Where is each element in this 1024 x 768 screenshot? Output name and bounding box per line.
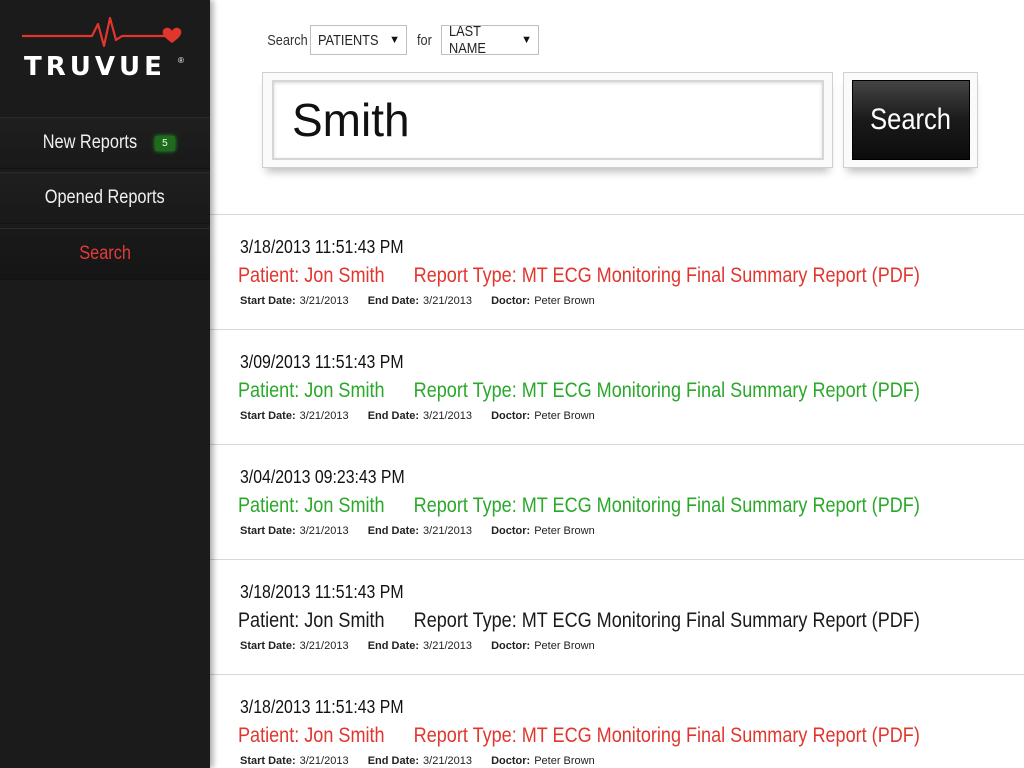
doctor-value: Peter Brown bbox=[534, 640, 595, 652]
result-row[interactable]: 3/18/2013 11:51:43 PM Patient: Jon Smith… bbox=[210, 214, 1024, 329]
doctor-label: Doctor: bbox=[491, 410, 531, 422]
search-criteria-row: Search PATIENTS ▼ for LAST NAME ▼ bbox=[264, 23, 539, 57]
start-date-value: 3/21/2013 bbox=[299, 640, 349, 652]
doctor-label: Doctor: bbox=[491, 755, 531, 767]
doctor-label: Doctor: bbox=[491, 525, 531, 537]
doctor-value: Peter Brown bbox=[534, 525, 595, 537]
report-type: Report Type: MT ECG Monitoring Final Sum… bbox=[413, 494, 920, 517]
field-select-value: LAST NAME bbox=[449, 23, 486, 57]
end-date-label: End Date: bbox=[367, 295, 420, 307]
results-list: 3/18/2013 11:51:43 PM Patient: Jon Smith… bbox=[210, 214, 1024, 768]
end-date-value: 3/21/2013 bbox=[423, 640, 472, 652]
start-date-value: 3/21/2013 bbox=[299, 755, 349, 767]
report-summary-line: Patient: Jon Smith Report Type: MT ECG M… bbox=[238, 609, 920, 633]
nav-label-new-reports: New Reports bbox=[42, 132, 138, 153]
report-timestamp: 3/04/2013 09:23:43 PM bbox=[240, 467, 405, 487]
end-date-value: 3/21/2013 bbox=[423, 410, 472, 422]
field-select[interactable]: LAST NAME ▼ bbox=[441, 23, 539, 57]
category-select[interactable]: PATIENTS ▼ bbox=[310, 25, 407, 55]
report-timestamp: 3/18/2013 11:51:43 PM bbox=[240, 582, 404, 602]
report-timestamp: 3/09/2013 11:51:43 PM bbox=[240, 352, 404, 372]
nav-label-opened-reports: Opened Reports bbox=[45, 187, 165, 208]
registered-mark: ® bbox=[178, 56, 184, 65]
result-row[interactable]: 3/09/2013 11:51:43 PM Patient: Jon Smith… bbox=[210, 329, 1024, 444]
end-date-value: 3/21/2013 bbox=[423, 525, 472, 537]
new-reports-count-badge: 5 bbox=[155, 135, 175, 151]
report-timestamp: 3/18/2013 11:51:43 PM bbox=[240, 697, 404, 717]
report-type: Report Type: MT ECG Monitoring Final Sum… bbox=[413, 264, 920, 287]
heart-icon bbox=[162, 27, 182, 43]
end-date-label: End Date: bbox=[367, 410, 420, 422]
doctor-value: Peter Brown bbox=[534, 755, 595, 767]
end-date-label: End Date: bbox=[367, 525, 420, 537]
search-button-frame: Search bbox=[843, 72, 978, 168]
report-type: Report Type: MT ECG Monitoring Final Sum… bbox=[413, 379, 920, 402]
start-date-value: 3/21/2013 bbox=[299, 410, 349, 422]
search-button-label: Search bbox=[870, 103, 952, 136]
result-row[interactable]: 3/18/2013 11:51:43 PM Patient: Jon Smith… bbox=[210, 674, 1024, 768]
chevron-down-icon: ▼ bbox=[389, 34, 401, 46]
category-select-value: PATIENTS bbox=[318, 31, 379, 49]
end-date-value: 3/21/2013 bbox=[423, 295, 472, 307]
report-meta: Start Date: 3/21/2013 End Date: 3/21/2013 … bbox=[240, 525, 595, 537]
nav-label-search: Search bbox=[79, 243, 131, 264]
start-date-label: Start Date: bbox=[240, 640, 296, 652]
report-meta: Start Date: 3/21/2013 End Date: 3/21/2013 … bbox=[240, 295, 595, 307]
report-type: Report Type: MT ECG Monitoring Final Sum… bbox=[413, 724, 920, 747]
report-timestamp: 3/18/2013 11:51:43 PM bbox=[240, 237, 404, 257]
patient-name: Patient: Jon Smith bbox=[238, 264, 385, 287]
start-date-value: 3/21/2013 bbox=[299, 295, 349, 307]
end-date-label: End Date: bbox=[367, 755, 420, 767]
heartbeat-line-icon bbox=[22, 16, 182, 48]
search-input[interactable] bbox=[272, 80, 824, 160]
start-date-label: Start Date: bbox=[240, 755, 296, 767]
result-row[interactable]: 3/18/2013 11:51:43 PM Patient: Jon Smith… bbox=[210, 559, 1024, 674]
nav-item-search[interactable]: Search bbox=[0, 228, 210, 280]
doctor-label: Doctor: bbox=[491, 640, 531, 652]
start-date-value: 3/21/2013 bbox=[299, 525, 349, 537]
doctor-value: Peter Brown bbox=[534, 295, 595, 307]
report-summary-line: Patient: Jon Smith Report Type: MT ECG M… bbox=[238, 379, 920, 403]
report-meta: Start Date: 3/21/2013 End Date: 3/21/2013 … bbox=[240, 640, 595, 652]
start-date-label: Start Date: bbox=[240, 525, 296, 537]
sidebar: TRUVUE ® New Reports 5 Opened Reports Se… bbox=[0, 0, 210, 768]
result-row[interactable]: 3/04/2013 09:23:43 PM Patient: Jon Smith… bbox=[210, 444, 1024, 559]
nav-item-new-reports[interactable]: New Reports 5 bbox=[0, 117, 210, 169]
patient-name: Patient: Jon Smith bbox=[238, 494, 385, 517]
doctor-value: Peter Brown bbox=[534, 410, 595, 422]
report-meta: Start Date: 3/21/2013 End Date: 3/21/2013 … bbox=[240, 410, 595, 422]
for-label: for bbox=[416, 31, 432, 49]
nav-item-opened-reports[interactable]: Opened Reports bbox=[0, 172, 210, 224]
truvue-logo: TRUVUE ® bbox=[18, 14, 190, 90]
search-button[interactable]: Search bbox=[852, 80, 970, 160]
search-label: Search bbox=[267, 31, 308, 49]
end-date-label: End Date: bbox=[367, 640, 420, 652]
start-date-label: Start Date: bbox=[240, 410, 296, 422]
report-summary-line: Patient: Jon Smith Report Type: MT ECG M… bbox=[238, 494, 920, 518]
end-date-value: 3/21/2013 bbox=[423, 755, 472, 767]
patient-name: Patient: Jon Smith bbox=[238, 609, 385, 632]
report-meta: Start Date: 3/21/2013 End Date: 3/21/2013 … bbox=[240, 755, 595, 767]
report-type: Report Type: MT ECG Monitoring Final Sum… bbox=[413, 609, 920, 632]
patient-name: Patient: Jon Smith bbox=[238, 379, 385, 402]
patient-name: Patient: Jon Smith bbox=[238, 724, 385, 747]
search-input-frame bbox=[262, 72, 833, 168]
chevron-down-icon: ▼ bbox=[521, 34, 532, 46]
start-date-label: Start Date: bbox=[240, 295, 296, 307]
brand-name: TRUVUE bbox=[24, 52, 166, 82]
doctor-label: Doctor: bbox=[491, 295, 531, 307]
report-summary-line: Patient: Jon Smith Report Type: MT ECG M… bbox=[238, 724, 920, 748]
report-summary-line: Patient: Jon Smith Report Type: MT ECG M… bbox=[238, 264, 920, 288]
